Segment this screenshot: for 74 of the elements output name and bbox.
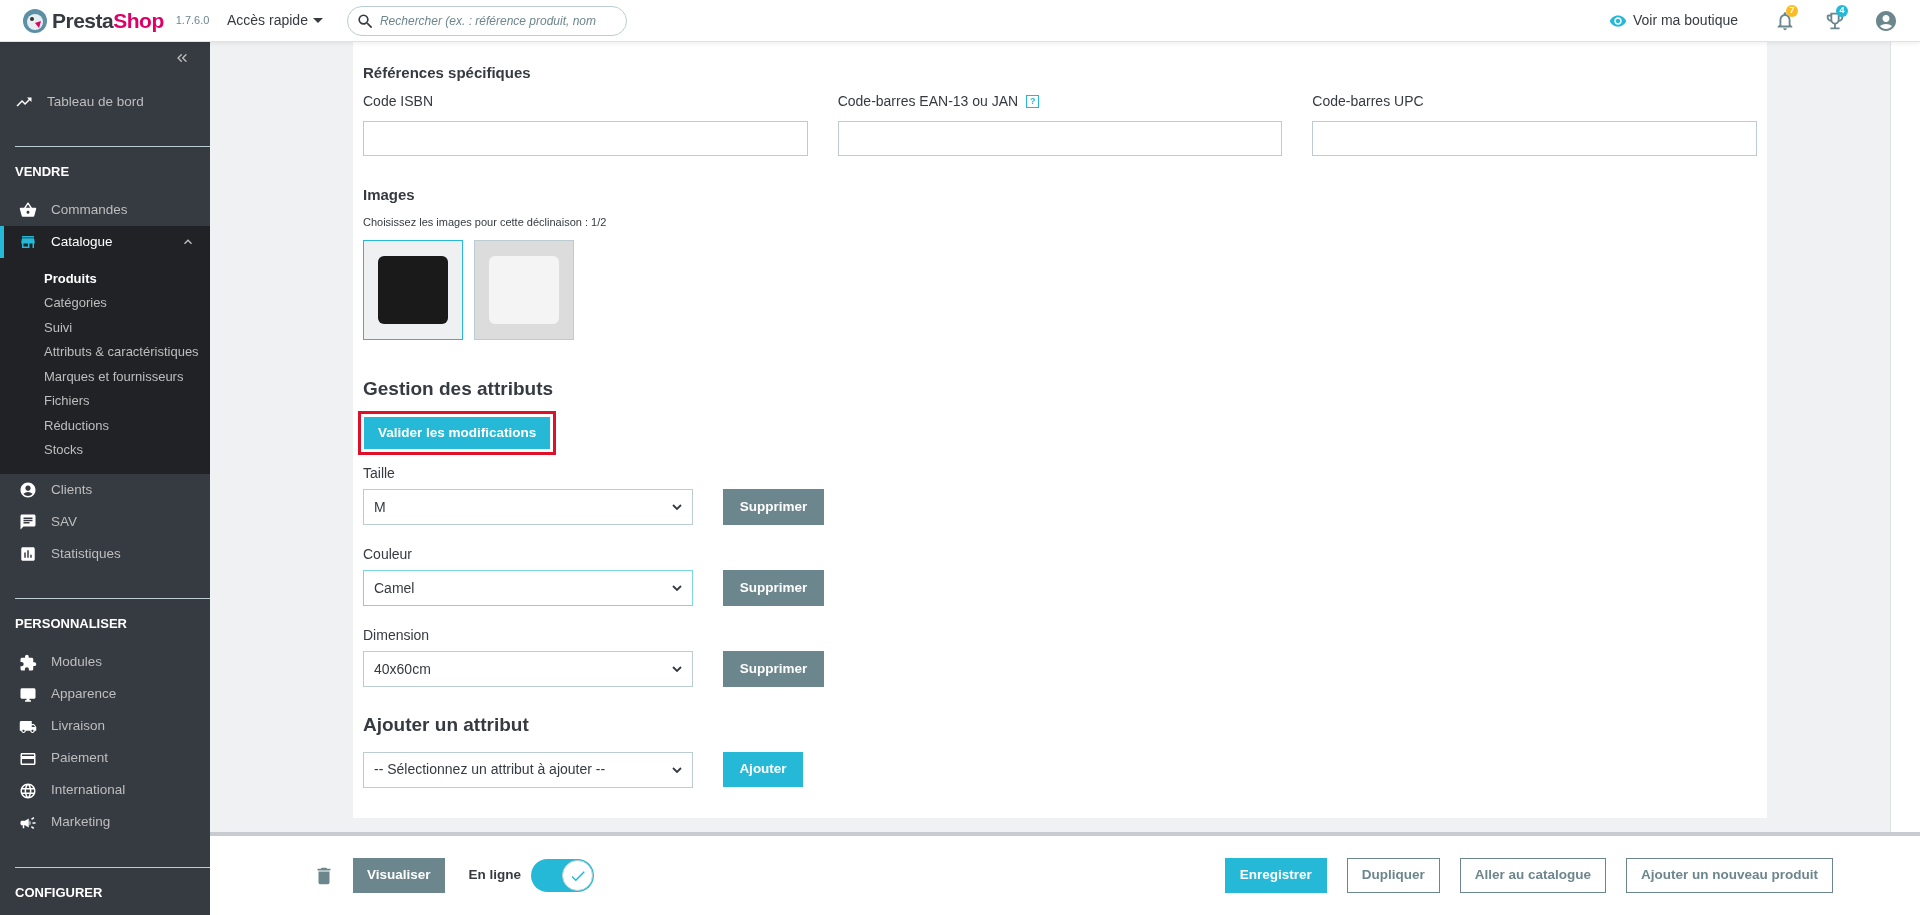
- field-label: Code ISBN: [363, 92, 434, 111]
- puzzle-icon: [19, 653, 37, 672]
- preview-button[interactable]: Visualiser: [353, 858, 445, 893]
- text-input[interactable]: [837, 120, 1283, 156]
- section-heading: Ajouter un attribut: [363, 713, 530, 737]
- sidebar-item[interactable]: SAV: [0, 506, 210, 538]
- search-icon: [355, 11, 375, 31]
- basket-icon: [19, 201, 37, 219]
- sidebar-item[interactable]: Marketing: [0, 806, 210, 839]
- account-icon[interactable]: [1874, 8, 1898, 33]
- sidebar-item[interactable]: International: [0, 774, 210, 807]
- sidebar-subitem[interactable]: Produits: [0, 266, 210, 291]
- sidebar-subitem[interactable]: Marques et fournisseurs: [0, 364, 210, 389]
- field-label: Code-barres EAN-13 ou JAN: [837, 92, 1019, 111]
- sidebar-subitem[interactable]: Attributs & caractéristiques: [0, 339, 210, 364]
- sidebar-subitem[interactable]: Catégories: [0, 290, 210, 315]
- select-field[interactable]: Camel: [363, 570, 693, 606]
- sidebar-item[interactable]: Modules: [0, 646, 210, 679]
- online-label: En ligne: [468, 866, 522, 885]
- sidebar-subitem[interactable]: Suivi: [0, 315, 210, 340]
- bar-chart-icon: [19, 545, 37, 563]
- online-toggle[interactable]: [531, 859, 595, 892]
- chat-icon: [19, 513, 37, 531]
- delete-button[interactable]: Supprimer: [723, 570, 824, 606]
- images-hint: Choisissez les images pour cette déclinaison : 1/2: [363, 215, 608, 230]
- section-heading: Images: [363, 184, 416, 205]
- sidebar-section-title: CONFIGURER: [14, 883, 104, 902]
- select-field[interactable]: -- Sélectionnez un attribut à ajouter --: [363, 751, 693, 788]
- chevron-down-icon: [672, 585, 682, 591]
- field-label: Dimension: [363, 626, 431, 645]
- version-label: 1.7.6.0: [175, 13, 210, 29]
- image-thumbnail[interactable]: [474, 239, 574, 340]
- sidebar-subitem[interactable]: Fichiers: [0, 388, 210, 413]
- sidebar-section-title: VENDRE: [14, 162, 71, 181]
- chevron-down-icon: [672, 766, 682, 773]
- sidebar-item[interactable]: Tableau de bord: [0, 86, 210, 118]
- sidebar-subitem[interactable]: Stocks: [0, 437, 210, 462]
- chevron-down-icon: [672, 504, 682, 510]
- sidebar-subitem[interactable]: Réductions: [0, 413, 210, 438]
- monitor-icon: [19, 685, 37, 704]
- caret-icon: [312, 18, 323, 23]
- globe-icon: [19, 781, 37, 800]
- sidebar-section-title: PERSONNALISER: [14, 615, 128, 633]
- text-input[interactable]: [363, 120, 808, 156]
- notification-count: 7: [1786, 4, 1798, 17]
- quick-access-dropdown[interactable]: Accès rapide: [227, 10, 323, 31]
- footer-button[interactable]: Ajouter un nouveau produit: [1626, 858, 1833, 893]
- user-icon: [19, 481, 37, 499]
- field-label: Taille: [363, 464, 396, 483]
- view-shop-link[interactable]: Voir ma boutique: [1608, 10, 1738, 31]
- field-label: Code-barres UPC: [1312, 92, 1424, 111]
- footer-button[interactable]: Dupliquer: [1346, 858, 1440, 893]
- sidebar-item[interactable]: Livraison: [0, 710, 210, 743]
- sidebar-item[interactable]: Clients: [0, 474, 210, 506]
- image-thumbnail[interactable]: [363, 239, 463, 340]
- sidebar-item[interactable]: Apparence: [0, 678, 210, 711]
- trophy-count: 4: [1836, 4, 1848, 17]
- search-field[interactable]: Rechercher (ex. : référence produit, nom: [346, 5, 627, 36]
- logo-wordmark[interactable]: PrestaShop: [52, 4, 164, 37]
- section-heading: Gestion des attributs: [363, 376, 555, 401]
- footer-button[interactable]: Aller au catalogue: [1459, 858, 1606, 893]
- field-label: Couleur: [363, 545, 414, 564]
- delete-button[interactable]: Supprimer: [723, 651, 824, 687]
- chevron-down-icon: [672, 666, 682, 672]
- section-heading: Références spécifiques: [363, 63, 532, 83]
- text-input[interactable]: [1312, 120, 1757, 156]
- select-field[interactable]: 40x60cm: [363, 651, 693, 687]
- select-field[interactable]: M: [363, 489, 693, 525]
- delete-button[interactable]: Supprimer: [723, 489, 824, 525]
- store-icon: [19, 233, 37, 251]
- sidebar-item[interactable]: Statistiques: [0, 538, 210, 570]
- sidebar-item[interactable]: Paiement: [0, 742, 210, 775]
- logo-icon: [22, 7, 48, 34]
- sidebar-item[interactable]: Commandes: [0, 194, 210, 226]
